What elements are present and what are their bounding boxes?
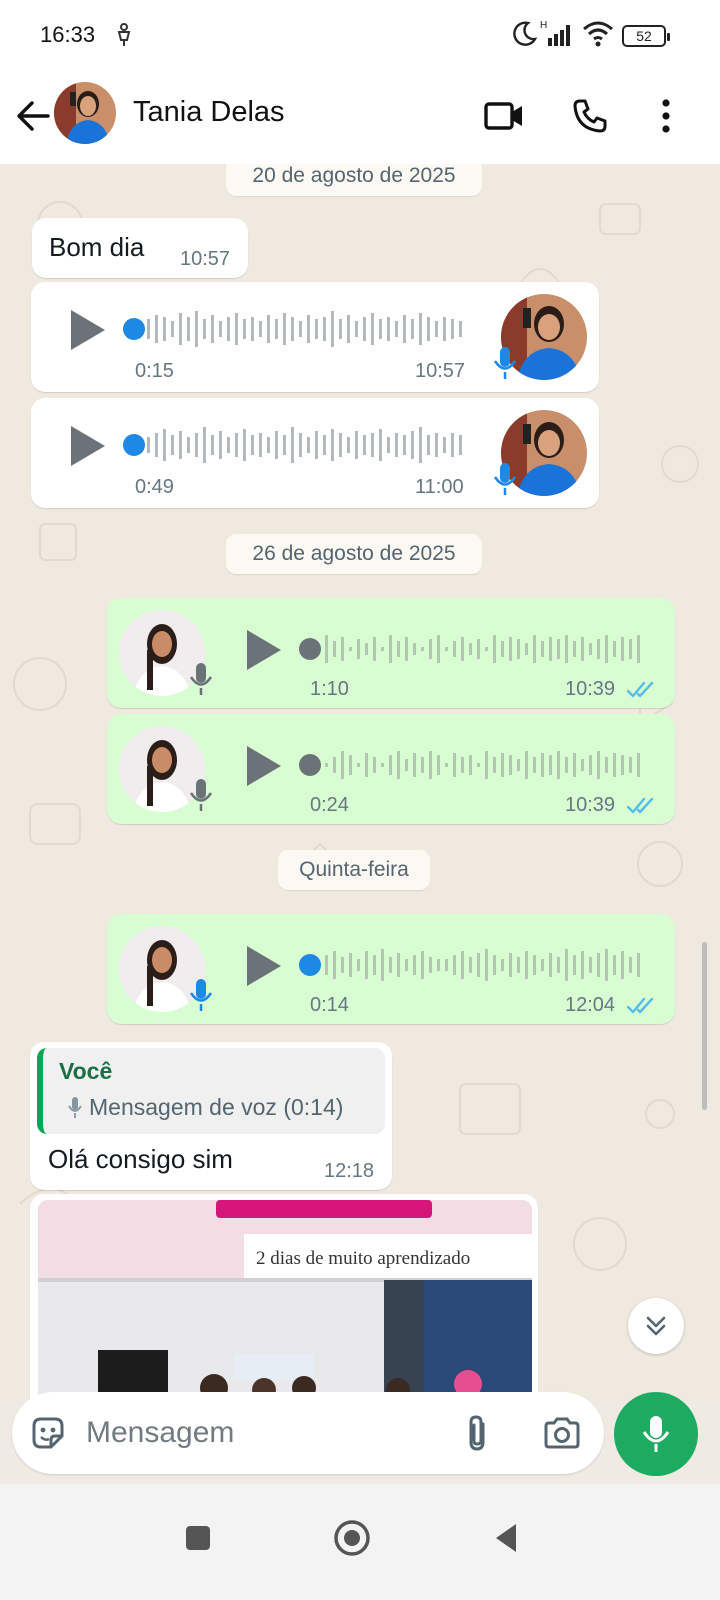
mic-icon [493, 347, 517, 379]
voice-message-outgoing[interactable]: 1:10 10:39 [107, 598, 675, 708]
contact-name[interactable]: Tania Delas [133, 96, 285, 129]
play-icon[interactable] [67, 424, 107, 468]
message-time: 10:39 [565, 678, 616, 700]
voice-waveform[interactable] [147, 423, 467, 467]
sticker-button[interactable] [26, 1411, 70, 1455]
image-banner-text: 2 dias de muito aprendizado [256, 1248, 470, 1269]
playback-position-dot[interactable] [299, 638, 321, 660]
message-text: Olá consigo sim [48, 1144, 233, 1174]
playback-position-dot[interactable] [299, 954, 321, 976]
voice-duration: 1:10 [310, 678, 349, 700]
wifi-icon [583, 21, 613, 47]
status-time: 16:33 [40, 22, 96, 47]
signal-icon: H [540, 20, 570, 46]
voice-message-outgoing[interactable]: 0:14 12:04 [107, 914, 675, 1024]
mic-icon [68, 1097, 82, 1118]
square-icon [186, 1526, 210, 1550]
battery-level: 52 [636, 28, 652, 44]
message-time: 11:00 [415, 476, 464, 498]
back-triangle-icon [496, 1524, 516, 1552]
mic-icon [189, 979, 213, 1011]
play-icon[interactable] [243, 628, 283, 672]
more-vert-icon [662, 99, 670, 133]
playback-position-dot[interactable] [123, 434, 145, 456]
date-separator: 20 de agosto de 2025 [226, 164, 482, 196]
message-input[interactable] [86, 1410, 446, 1456]
recents-button[interactable] [166, 1506, 230, 1570]
mic-icon [642, 1416, 670, 1452]
playback-position-dot[interactable] [123, 318, 145, 340]
message-time: 10:39 [565, 794, 616, 816]
message-bubble-incoming[interactable]: Bom dia 10:57 [32, 218, 248, 278]
message-time: 12:18 [324, 1160, 375, 1182]
attach-icon [469, 1415, 485, 1451]
usb-debug-icon [117, 23, 131, 46]
camera-icon [544, 1417, 580, 1449]
circle-icon [334, 1520, 370, 1556]
voice-message-outgoing[interactable]: 0:24 10:39 [107, 714, 675, 824]
message-composer[interactable] [12, 1392, 604, 1474]
image-thumbnail[interactable]: 2 dias de muito aprendizado [38, 1200, 532, 1400]
quote-author: Você [59, 1058, 113, 1084]
voice-waveform[interactable] [325, 627, 651, 671]
message-time: 10:57 [180, 248, 231, 270]
voice-waveform[interactable] [325, 743, 651, 787]
voice-duration: 0:15 [135, 360, 174, 382]
back-button[interactable] [474, 1506, 538, 1570]
quote-text: Mensagem de voz (0:14) [89, 1094, 344, 1120]
read-receipt-icon [627, 997, 654, 1014]
voice-record-button[interactable] [614, 1392, 698, 1476]
message-time: 10:57 [415, 360, 466, 382]
read-receipt-icon [627, 797, 654, 814]
scroll-to-bottom-button[interactable] [628, 1298, 684, 1354]
chevrons-down-icon [646, 1316, 666, 1336]
status-bar: 16:33 H 52 [0, 0, 720, 72]
playback-position-dot[interactable] [299, 754, 321, 776]
chat-header: Tania Delas [0, 72, 720, 164]
battery-icon: 52 [622, 25, 670, 47]
play-icon[interactable] [67, 308, 107, 352]
chat-area[interactable]: 20 de agosto de 2025 Bom dia 10:57 0:15 … [0, 164, 720, 1400]
voice-duration: 0:24 [310, 794, 349, 816]
sticker-icon [32, 1417, 64, 1449]
play-icon[interactable] [243, 744, 283, 788]
voice-duration: 0:49 [135, 476, 174, 498]
date-separator: 26 de agosto de 2025 [226, 534, 482, 574]
moon-icon [513, 21, 538, 46]
voice-message-incoming[interactable]: 0:15 10:57 [31, 282, 599, 392]
mic-icon [493, 463, 517, 495]
voice-duration: 0:14 [310, 994, 349, 1016]
date-separator: Quinta-feira [278, 850, 430, 890]
quoted-message[interactable]: Você Mensagem de voz (0:14) [37, 1048, 385, 1134]
phone-icon [573, 99, 607, 133]
video-call-button[interactable] [480, 92, 528, 140]
read-receipt-icon [627, 681, 654, 698]
voice-call-button[interactable] [566, 92, 614, 140]
home-button[interactable] [320, 1506, 384, 1570]
more-options-button[interactable] [642, 92, 690, 140]
message-text: Bom dia [49, 232, 145, 262]
play-icon[interactable] [243, 944, 283, 988]
scrollbar-thumb[interactable] [702, 942, 707, 1110]
message-time: 12:04 [565, 994, 616, 1016]
voice-message-incoming[interactable]: 0:49 11:00 [31, 398, 599, 508]
mic-icon [189, 779, 213, 811]
camera-button[interactable] [540, 1411, 584, 1455]
mic-icon [189, 663, 213, 695]
voice-waveform[interactable] [147, 307, 467, 351]
voice-waveform[interactable] [325, 943, 651, 987]
svg-text:H: H [540, 20, 547, 31]
video-call-icon [484, 102, 522, 130]
contact-avatar[interactable] [54, 82, 116, 144]
back-arrow-icon[interactable] [12, 94, 56, 138]
system-navigation-bar [0, 1484, 720, 1600]
attach-button[interactable] [456, 1411, 500, 1455]
